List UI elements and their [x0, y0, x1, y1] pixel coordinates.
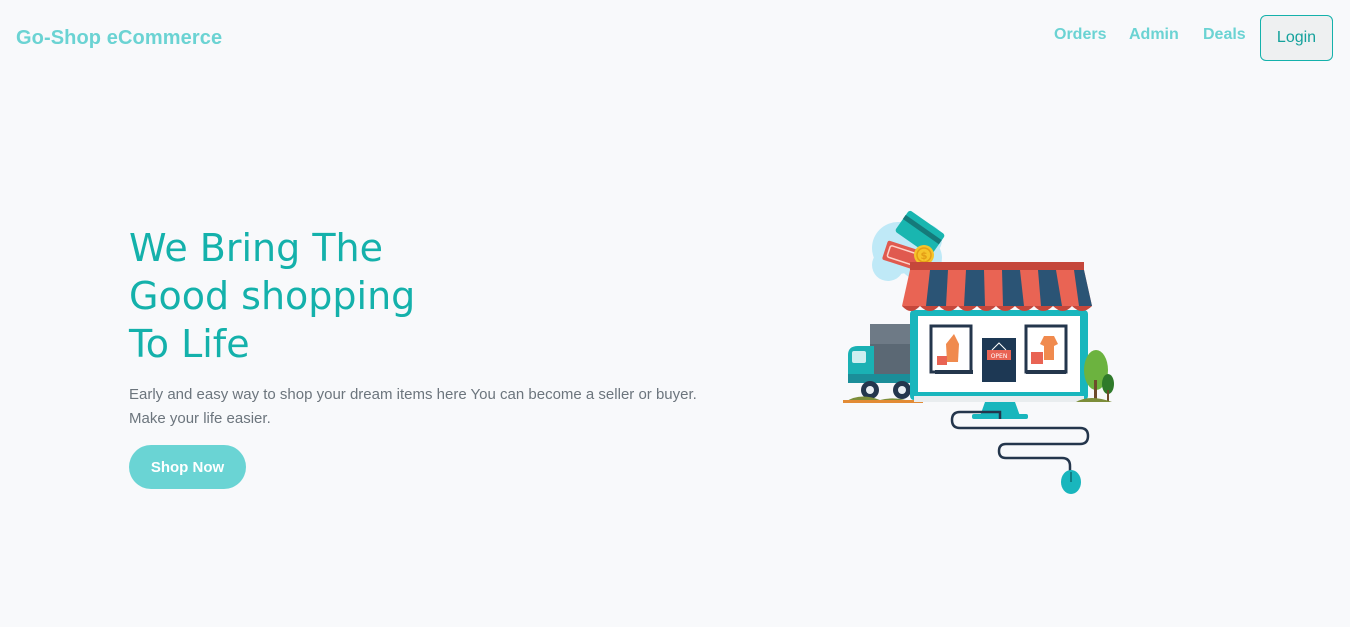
top-navbar: Go-Shop eCommerce Orders Admin Deals Log…	[0, 0, 1350, 80]
nav-link-deals[interactable]: Deals	[1203, 26, 1246, 44]
hero-title-line: We Bring The	[129, 226, 384, 270]
hero-title-line: To Life	[129, 322, 250, 366]
svg-text:$: $	[921, 251, 928, 262]
shop-now-button[interactable]: Shop Now	[129, 445, 246, 489]
hero-title: We Bring The Good shopping To Life	[129, 224, 415, 368]
login-button[interactable]: Login	[1260, 15, 1333, 61]
mouse-cable-icon	[950, 410, 1090, 494]
hero-description: Early and easy way to shop your dream it…	[129, 386, 697, 427]
online-shop-illustration: $ OPEN	[840, 210, 1120, 500]
brand-logo[interactable]: Go-Shop eCommerce	[16, 27, 222, 50]
nav-link-orders[interactable]: Orders	[1054, 26, 1106, 44]
shop-monitor-icon: OPEN	[902, 262, 1092, 419]
hero-title-line: Good shopping	[129, 274, 416, 318]
open-sign-text: OPEN	[991, 353, 1008, 360]
nav-link-admin[interactable]: Admin	[1129, 26, 1179, 44]
